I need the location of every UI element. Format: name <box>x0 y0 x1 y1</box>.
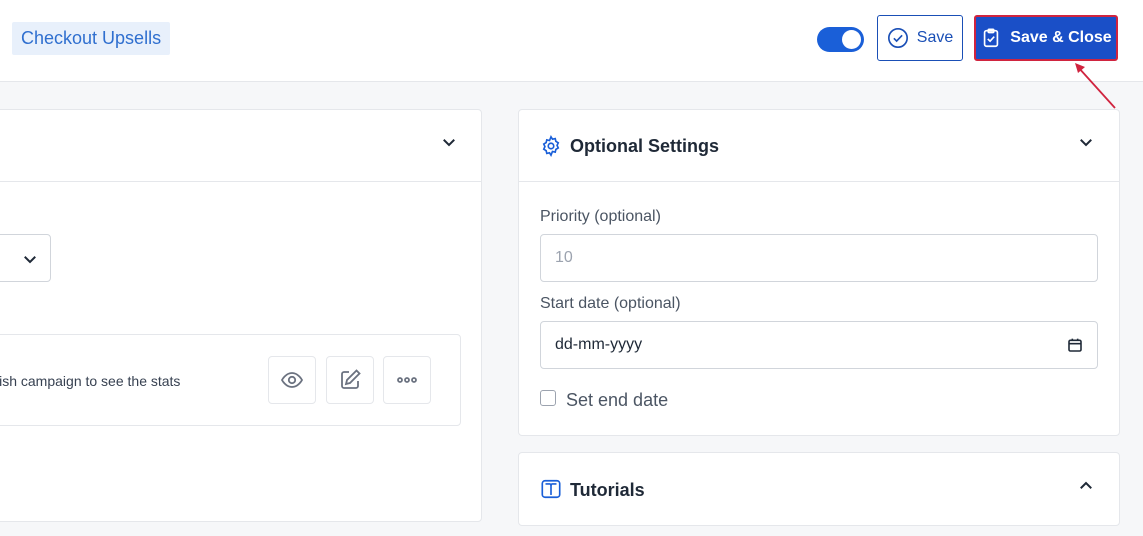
optional-settings-title: Optional Settings <box>570 136 720 156</box>
start-date-input[interactable]: dd-mm-yyyy <box>540 321 1098 369</box>
book-icon <box>541 479 561 499</box>
check-circle-icon <box>887 28 908 48</box>
end-date-checkbox[interactable] <box>540 390 556 406</box>
end-date-label: Set end date <box>566 390 669 410</box>
stats-message: lish campaign to see the stats <box>0 373 181 389</box>
tutorials-title: Tutorials <box>570 480 645 500</box>
save-button-label: Save <box>916 29 954 46</box>
campaign-row: lish campaign to see the stats <box>0 334 461 426</box>
priority-input[interactable]: 10 <box>540 234 1098 282</box>
save-close-button[interactable]: Save & Close <box>974 15 1118 61</box>
page-title: Checkout Upsells <box>12 22 171 55</box>
optional-settings-header[interactable]: Optional Settings <box>519 110 1119 182</box>
priority-label: Priority (optional) <box>540 208 661 225</box>
clipboard-check-icon <box>984 28 999 48</box>
toggle-knob <box>842 30 861 49</box>
chevron-down-icon <box>24 256 36 264</box>
preview-button[interactable] <box>268 356 316 404</box>
top-bar: Checkout Upsells Save Save & Close <box>0 0 1143 82</box>
edit-icon <box>341 369 361 389</box>
save-close-button-label: Save & Close <box>1010 29 1112 46</box>
status-toggle[interactable] <box>817 27 864 52</box>
chevron-down-icon[interactable] <box>440 133 458 151</box>
annotation-arrow <box>1075 63 1116 109</box>
campaign-panel: lish campaign to see the stats <box>0 109 482 522</box>
more-options-button[interactable] <box>383 356 431 404</box>
chevron-down-icon[interactable] <box>1077 133 1095 151</box>
optional-settings-panel: Optional Settings Priority (optional) 10… <box>518 109 1120 436</box>
calendar-icon[interactable] <box>1067 337 1083 353</box>
start-date-label: Start date (optional) <box>540 295 681 312</box>
start-date-value: dd-mm-yyyy <box>555 336 643 353</box>
edit-button[interactable] <box>326 356 374 404</box>
campaign-select[interactable] <box>0 234 51 282</box>
campaign-panel-header <box>0 110 481 182</box>
tutorials-panel[interactable]: Tutorials <box>518 452 1120 526</box>
chevron-up-icon[interactable] <box>1077 477 1095 495</box>
more-icon <box>397 377 417 383</box>
save-button[interactable]: Save <box>877 15 963 61</box>
gear-icon <box>542 135 560 157</box>
eye-icon <box>280 372 304 388</box>
